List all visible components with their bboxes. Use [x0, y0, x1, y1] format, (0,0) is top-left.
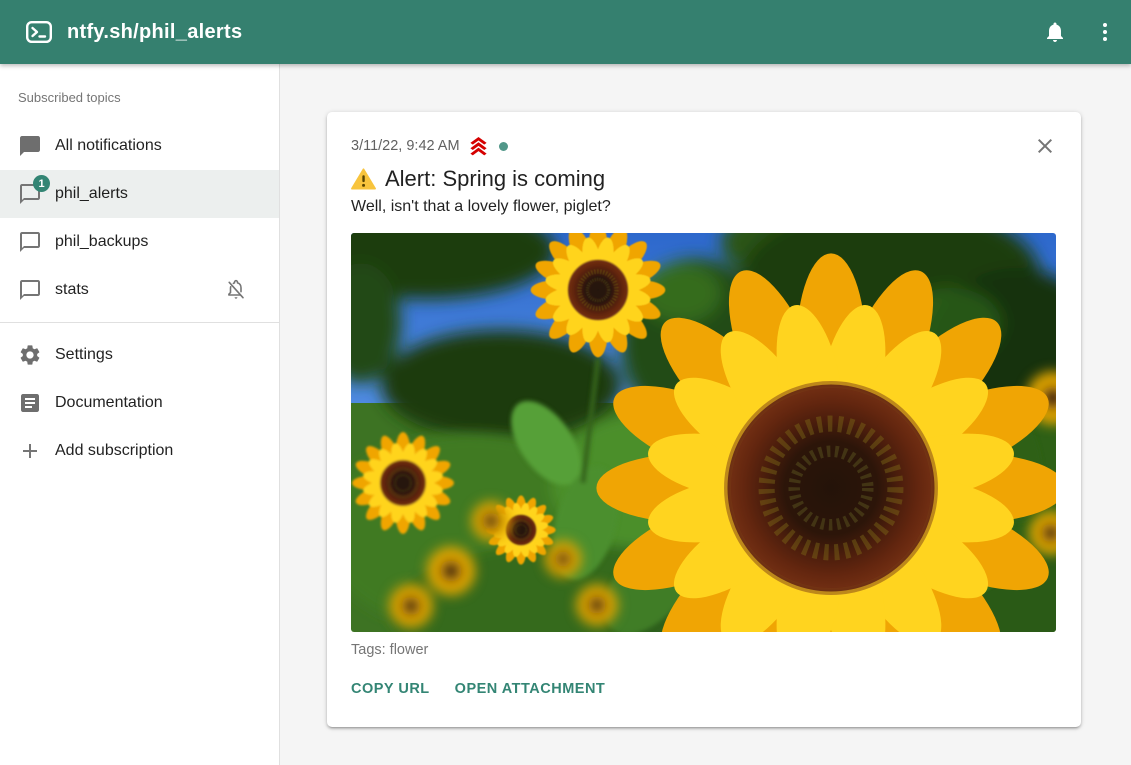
sidebar-item-label: phil_backups: [55, 233, 148, 251]
subscribed-topics-label: Subscribed topics: [0, 64, 279, 122]
attachment-image[interactable]: [351, 233, 1056, 632]
unread-dot: [499, 142, 508, 151]
sidebar-item-label: All notifications: [55, 137, 162, 155]
bell-off-icon: [224, 278, 248, 302]
notification-title-row: Alert: Spring is coming: [351, 166, 1057, 192]
chat-bubble-outline-icon: [18, 230, 42, 254]
sidebar-item-stats[interactable]: stats: [0, 266, 279, 314]
terminal-icon: [26, 21, 52, 43]
sidebar-item-documentation[interactable]: Documentation: [0, 379, 279, 427]
main-content: 3/11/22, 9:42 AM: [280, 64, 1131, 765]
bell-icon[interactable]: [1043, 20, 1067, 44]
notification-body: Well, isn't that a lovely flower, piglet…: [351, 197, 1057, 216]
plus-icon: [18, 439, 42, 463]
notification-card: 3/11/22, 9:42 AM: [327, 112, 1081, 727]
sidebar-item-all-notifications[interactable]: All notifications: [0, 122, 279, 170]
notification-timestamp: 3/11/22, 9:42 AM: [351, 138, 460, 154]
sidebar-item-settings[interactable]: Settings: [0, 331, 279, 379]
chat-bubble-outline-icon: 1: [18, 182, 42, 206]
app-header: ntfy.sh/phil_alerts: [0, 0, 1131, 64]
warning-triangle-icon: [351, 168, 376, 190]
sidebar-item-label: Settings: [55, 346, 113, 364]
notification-title: Alert: Spring is coming: [385, 166, 605, 192]
article-icon: [18, 391, 42, 415]
sidebar: Subscribed topics All notifications 1 ph…: [0, 64, 280, 765]
open-attachment-button[interactable]: OPEN ATTACHMENT: [455, 680, 606, 698]
copy-url-button[interactable]: COPY URL: [351, 680, 430, 698]
priority-max-chevrons-icon: [467, 136, 490, 157]
sidebar-item-label: Add subscription: [55, 442, 173, 460]
kebab-menu-icon[interactable]: [1093, 20, 1117, 44]
sidebar-item-label: phil_alerts: [55, 185, 128, 203]
sidebar-item-add-subscription[interactable]: Add subscription: [0, 427, 279, 475]
sidebar-item-phil-backups[interactable]: phil_backups: [0, 218, 279, 266]
sidebar-item-phil-alerts[interactable]: 1 phil_alerts: [0, 170, 279, 218]
sidebar-divider: [0, 322, 279, 323]
notification-meta-row: 3/11/22, 9:42 AM: [351, 134, 1057, 158]
chat-bubble-outline-icon: [18, 278, 42, 302]
unread-count-badge: 1: [33, 175, 50, 192]
chat-bubble-filled-icon: [18, 134, 42, 158]
page-title: ntfy.sh/phil_alerts: [67, 21, 242, 44]
gear-icon: [18, 343, 42, 367]
notification-tags: Tags: flower: [351, 642, 1057, 659]
close-icon[interactable]: [1033, 134, 1057, 158]
sidebar-item-label: stats: [55, 281, 89, 299]
sidebar-item-label: Documentation: [55, 394, 163, 412]
notification-actions: COPY URL OPEN ATTACHMENT: [351, 680, 1057, 698]
